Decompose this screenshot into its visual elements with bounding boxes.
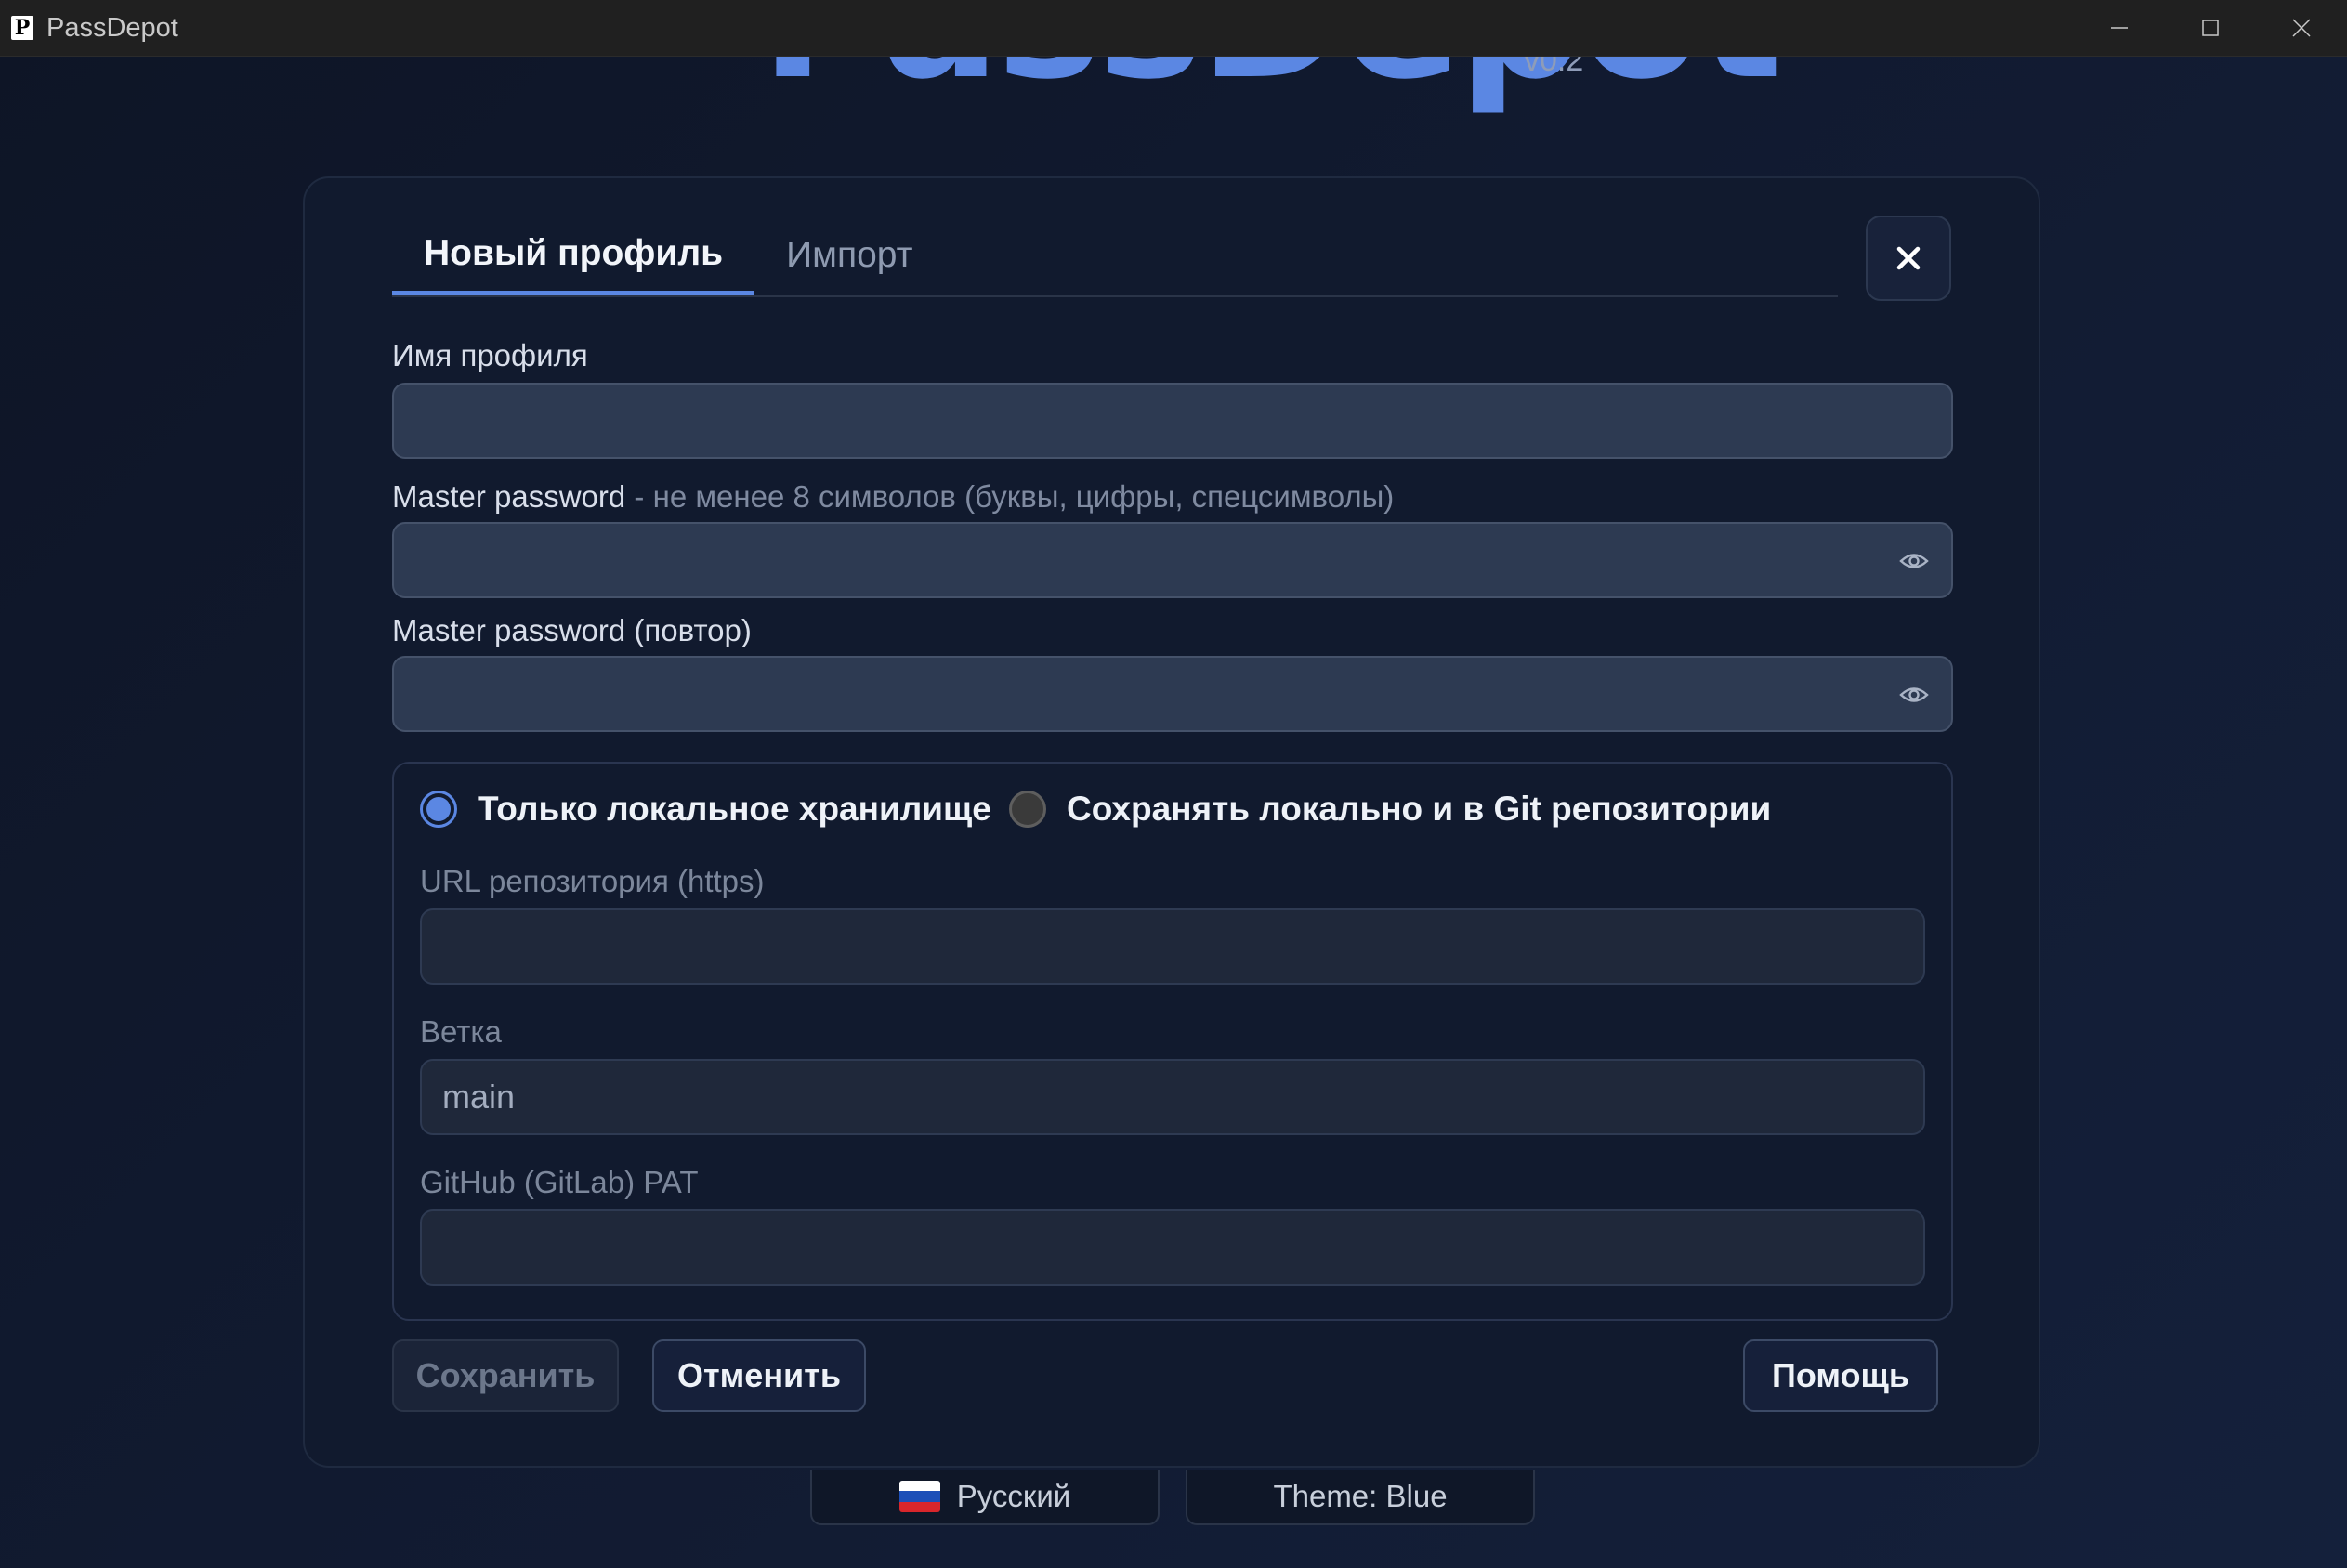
russia-flag-icon [898,1481,940,1512]
window-title: PassDepot [46,12,178,43]
tab-new-profile[interactable]: Новый профиль [392,216,755,295]
radio-local-only[interactable]: Только локальное хранилище [420,790,991,829]
close-icon [1896,246,1921,270]
storage-options-group: Только локальное хранилище Сохранять лок… [392,762,1953,1321]
master-password-label-text: Master password [392,479,626,514]
radio-local-only-label[interactable]: Только локальное хранилище [478,790,991,829]
tab-bar: Новый профиль Импорт [392,216,1838,297]
branch-label: Ветка [420,1014,502,1049]
branch-input[interactable]: main [420,1059,1925,1135]
master-password-repeat-label: Master password (повтор) [392,613,752,647]
master-password-label: Master password - не менее 8 символов (б… [392,479,1394,515]
app-icon: P [11,16,33,40]
new-profile-dialog: Новый профиль Импорт Имя профиля Master … [303,176,2040,1468]
theme-button[interactable]: Theme: Blue [1186,1470,1535,1525]
master-password-hint: - не менее 8 символов (буквы, цифры, спе… [625,479,1395,514]
radio-local-and-git[interactable]: Сохранять локально и в Git репозитории [1009,790,1771,829]
master-password-repeat-input[interactable] [392,656,1953,732]
language-button[interactable]: Русский [810,1470,1160,1525]
minimize-icon [2111,27,2128,29]
maximize-button[interactable] [2165,0,2256,56]
cancel-button[interactable]: Отменить [652,1339,866,1412]
tab-import[interactable]: Импорт [754,216,944,295]
profile-name-input[interactable] [392,383,1953,459]
title-bar[interactable]: P PassDepot [0,0,2347,57]
repo-url-input[interactable] [420,908,1925,985]
pat-input[interactable] [420,1209,1925,1286]
radio-local-and-git-label[interactable]: Сохранять локально и в Git репозитории [1067,790,1771,829]
dialog-close-button[interactable] [1866,216,1951,301]
window-close-button[interactable] [2256,0,2347,56]
app-window: PassDepot v0.2 P PassDepot Новый профиль… [0,0,2347,1568]
radio-local-and-git-indicator[interactable] [1009,791,1046,828]
minimize-button[interactable] [2074,0,2165,56]
window-close-icon [2292,19,2311,37]
pat-label: GitHub (GitLab) PAT [420,1165,699,1199]
show-password-repeat-icon[interactable] [1899,682,1929,708]
show-password-icon[interactable] [1899,548,1929,574]
window-controls [2074,0,2347,56]
help-button[interactable]: Помощь [1743,1339,1938,1412]
master-password-input[interactable] [392,522,1953,598]
maximize-icon [2202,20,2219,36]
radio-local-only-indicator[interactable] [420,791,457,828]
theme-label: Theme: Blue [1273,1479,1448,1513]
repo-url-label: URL репозитория (https) [420,864,765,898]
language-label: Русский [956,1479,1071,1513]
save-button[interactable]: Сохранить [392,1339,619,1412]
profile-name-label: Имя профиля [392,338,588,372]
